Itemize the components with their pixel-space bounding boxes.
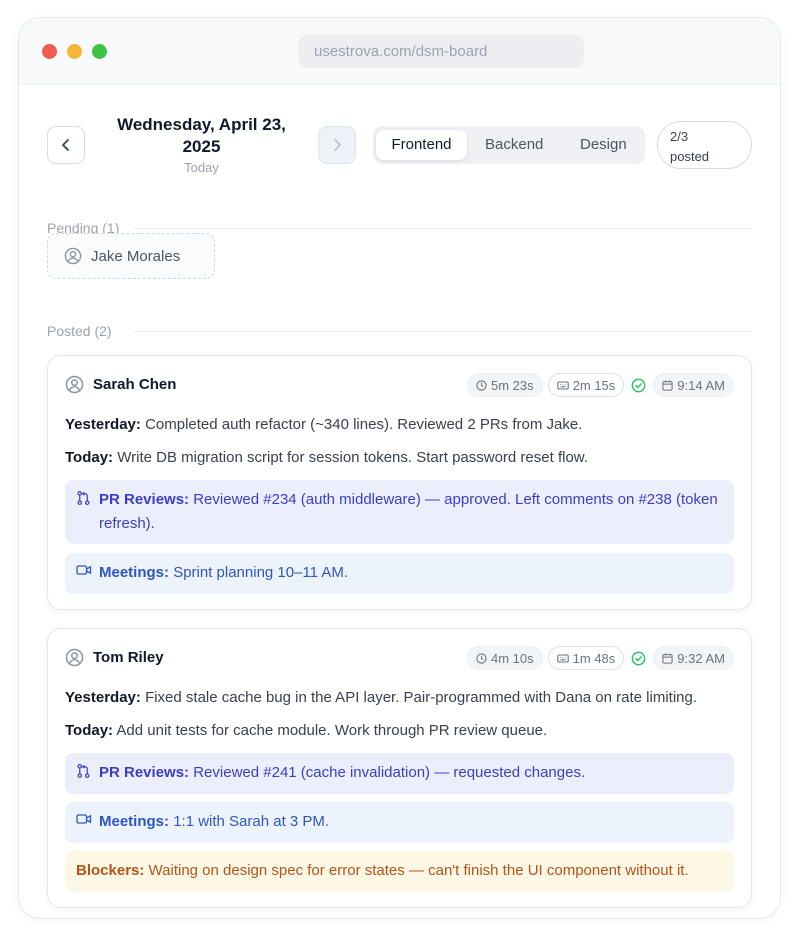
duration-value: 5m 23s bbox=[491, 377, 534, 393]
blockers-text: Waiting on design spec for error states … bbox=[148, 862, 689, 879]
meetings-label: Meetings: bbox=[99, 564, 170, 581]
pr-reviews-callout: PR Reviews: Reviewed #241 (cache invalid… bbox=[65, 753, 734, 794]
today-label: Today: bbox=[65, 722, 114, 739]
address-bar[interactable]: usestrova.com/dsm-board bbox=[298, 35, 584, 68]
yesterday-text: Fixed stale cache bug in the API layer. … bbox=[145, 689, 698, 706]
duration-badge: 4m 10s bbox=[467, 646, 543, 670]
standup-card: Tom Riley 4m 10s 1m 48s 9:32 AM Yesterda… bbox=[47, 628, 752, 908]
pending-member-chip[interactable]: Jake Morales bbox=[47, 233, 215, 279]
meetings-text: Sprint planning 10–11 AM. bbox=[173, 564, 349, 581]
standup-card: Sarah Chen 5m 23s 2m 15s 9:14 AM Yesterd… bbox=[47, 355, 752, 610]
pending-divider bbox=[134, 228, 752, 229]
meetings-text: 1:1 with Sarah at 3 PM. bbox=[173, 813, 330, 830]
duration-badge: 5m 23s bbox=[467, 373, 543, 397]
chevron-right-icon bbox=[334, 139, 341, 151]
git-pull-request-icon bbox=[77, 491, 90, 505]
blockers-callout: Blockers: Waiting on design spec for err… bbox=[65, 851, 734, 892]
member-name: Tom Riley bbox=[93, 649, 164, 666]
date-subtitle: Today bbox=[184, 160, 219, 175]
standup-board: Wednesday, April 23, 2025 Today Frontend… bbox=[19, 85, 780, 918]
pr-reviews-text: Reviewed #234 (auth middleware) — approv… bbox=[99, 491, 718, 532]
yesterday-text: Completed auth refactor (~340 lines). Re… bbox=[145, 416, 583, 433]
date-title-line1: Wednesday, April 23, bbox=[117, 115, 286, 134]
keyboard-icon bbox=[556, 380, 569, 390]
today-text: Add unit tests for cache module. Work th… bbox=[116, 722, 548, 739]
speaking-time-badge: 2m 15s bbox=[547, 373, 625, 397]
posted-count: 2/3 bbox=[670, 129, 689, 144]
speaking-time-value: 2m 15s bbox=[572, 377, 616, 393]
today-text: Write DB migration script for session to… bbox=[117, 449, 588, 466]
posted-time-badge: 9:14 AM bbox=[653, 373, 734, 397]
meetings-label: Meetings: bbox=[99, 813, 170, 830]
keyboard-icon bbox=[556, 653, 569, 663]
posted-time-badge: 9:32 AM bbox=[653, 646, 734, 670]
card-header: Sarah Chen bbox=[65, 375, 176, 394]
duration-value: 4m 10s bbox=[491, 650, 534, 666]
card-meta: 5m 23s 2m 15s 9:14 AM bbox=[467, 373, 734, 397]
close-window-button[interactable] bbox=[42, 44, 57, 59]
user-circle-icon bbox=[64, 247, 82, 265]
pr-reviews-label: PR Reviews: bbox=[99, 491, 190, 508]
check-circle-icon bbox=[631, 651, 646, 665]
speaking-time-value: 1m 48s bbox=[572, 650, 616, 666]
clock-icon bbox=[476, 652, 487, 664]
git-pull-request-icon bbox=[77, 764, 90, 778]
video-camera-icon bbox=[76, 814, 92, 824]
video-camera-icon bbox=[76, 565, 92, 575]
card-header: Tom Riley bbox=[65, 648, 164, 667]
pr-reviews-label: PR Reviews: bbox=[99, 764, 190, 781]
yesterday-label: Yesterday: bbox=[65, 416, 141, 433]
yesterday-label: Yesterday: bbox=[65, 689, 141, 706]
blockers-label: Blockers: bbox=[76, 862, 145, 879]
user-circle-icon bbox=[65, 375, 84, 394]
date-title: Wednesday, April 23, 2025 bbox=[99, 114, 304, 158]
posted-divider bbox=[134, 331, 752, 332]
team-tabs: Frontend Backend Design bbox=[373, 126, 645, 164]
posted-status bbox=[631, 378, 646, 393]
next-day-button[interactable] bbox=[318, 126, 356, 164]
clock-icon bbox=[476, 379, 487, 391]
calendar-clock-icon bbox=[662, 653, 673, 664]
posted-count-badge: 2/3 posted bbox=[657, 121, 752, 169]
check-circle-icon bbox=[631, 378, 646, 392]
member-name: Sarah Chen bbox=[93, 376, 177, 393]
user-circle-icon bbox=[65, 648, 84, 667]
yesterday-line: Yesterday: Fixed stale cache bug in the … bbox=[65, 687, 734, 709]
chevron-left-icon bbox=[62, 139, 69, 151]
posted-status bbox=[631, 651, 646, 666]
today-line: Today: Write DB migration script for ses… bbox=[65, 447, 734, 469]
posted-time: 9:32 AM bbox=[677, 650, 725, 666]
posted-time: 9:14 AM bbox=[677, 377, 725, 393]
meetings-callout: Meetings: 1:1 with Sarah at 3 PM. bbox=[65, 802, 734, 843]
meetings-callout: Meetings: Sprint planning 10–11 AM. bbox=[65, 553, 734, 594]
pr-reviews-callout: PR Reviews: Reviewed #234 (auth middlewa… bbox=[65, 480, 734, 544]
pending-member-name: Jake Morales bbox=[91, 247, 181, 265]
maximize-window-button[interactable] bbox=[92, 44, 107, 59]
date-title-line2: 2025 bbox=[182, 137, 221, 156]
title-bar: usestrova.com/dsm-board bbox=[19, 18, 780, 85]
tab-backend[interactable]: Backend bbox=[485, 130, 543, 160]
speaking-time-badge: 1m 48s bbox=[547, 646, 625, 670]
tab-design[interactable]: Design bbox=[580, 130, 627, 160]
today-line: Today: Add unit tests for cache module. … bbox=[65, 720, 734, 742]
today-label: Today: bbox=[65, 449, 114, 466]
posted-section-label: Posted (2) bbox=[47, 323, 112, 339]
minimize-window-button[interactable] bbox=[67, 44, 82, 59]
yesterday-line: Yesterday: Completed auth refactor (~340… bbox=[65, 414, 734, 436]
previous-day-button[interactable] bbox=[47, 126, 85, 164]
posted-count-label: posted bbox=[670, 149, 710, 164]
pr-reviews-text: Reviewed #241 (cache invalidation) — req… bbox=[193, 764, 586, 781]
calendar-clock-icon bbox=[662, 380, 673, 391]
browser-window: usestrova.com/dsm-board Wednesday, April… bbox=[18, 17, 781, 919]
tab-frontend[interactable]: Frontend bbox=[376, 130, 467, 160]
card-meta: 4m 10s 1m 48s 9:32 AM bbox=[467, 646, 734, 670]
